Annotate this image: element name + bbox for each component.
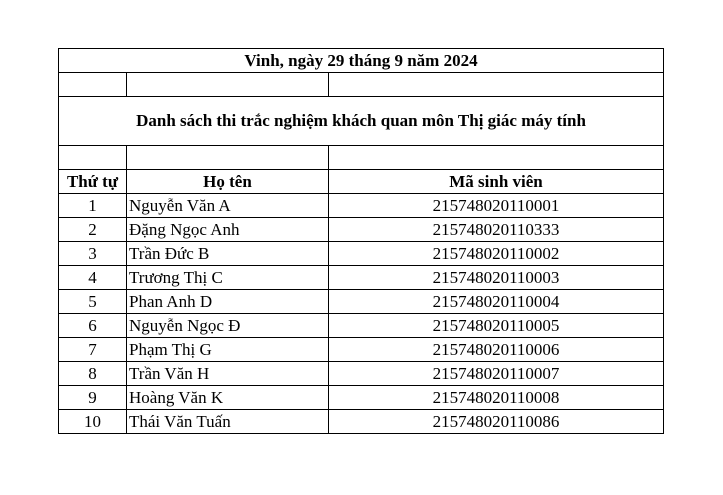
title-row: Danh sách thi trắc nghiệm khách quan môn… [58, 96, 664, 146]
student-name: Hoàng Văn K [126, 385, 329, 410]
student-name: Đặng Ngọc Anh [126, 217, 329, 242]
student-name: Trần Văn H [126, 361, 329, 386]
table-row: 3 Trần Đức B 215748020110002 [58, 241, 664, 266]
student-id: 215748020110333 [328, 217, 664, 242]
student-name: Nguyễn Văn A [126, 193, 329, 218]
empty-row [58, 72, 664, 97]
student-name: Thái Văn Tuấn [126, 409, 329, 434]
column-header-stt: Thứ tự [58, 169, 127, 194]
table-row: 4 Trương Thị C 215748020110003 [58, 265, 664, 290]
student-name: Trần Đức B [126, 241, 329, 266]
student-id: 215748020110002 [328, 241, 664, 266]
table-row: 2 Đặng Ngọc Anh 215748020110333 [58, 217, 664, 242]
row-number: 5 [58, 289, 127, 314]
row-number: 3 [58, 241, 127, 266]
table-row: 8 Trần Văn H 215748020110007 [58, 361, 664, 386]
student-id: 215748020110001 [328, 193, 664, 218]
student-id: 215748020110005 [328, 313, 664, 338]
table-row: 6 Nguyễn Ngọc Đ 215748020110005 [58, 313, 664, 338]
row-number: 6 [58, 313, 127, 338]
row-number: 10 [58, 409, 127, 434]
date-line: Vinh, ngày 29 tháng 9 năm 2024 [58, 48, 664, 73]
column-header-row: Thứ tự Họ tên Mã sinh viên [58, 169, 664, 194]
student-id: 215748020110006 [328, 337, 664, 362]
table-row: 1 Nguyễn Văn A 215748020110001 [58, 193, 664, 218]
table-row: 7 Phạm Thị G 215748020110006 [58, 337, 664, 362]
row-number: 8 [58, 361, 127, 386]
student-id: 215748020110007 [328, 361, 664, 386]
student-list-table: Vinh, ngày 29 tháng 9 năm 2024 Danh sách… [58, 48, 664, 434]
column-header-name: Họ tên [126, 169, 329, 194]
student-name: Nguyễn Ngọc Đ [126, 313, 329, 338]
student-id: 215748020110003 [328, 265, 664, 290]
table-row: 9 Hoàng Văn K 215748020110008 [58, 385, 664, 410]
date-row: Vinh, ngày 29 tháng 9 năm 2024 [58, 48, 664, 73]
row-number: 9 [58, 385, 127, 410]
empty-cell [58, 145, 127, 170]
empty-row [58, 145, 664, 170]
empty-cell [328, 145, 664, 170]
table-row: 5 Phan Anh D 215748020110004 [58, 289, 664, 314]
student-name: Trương Thị C [126, 265, 329, 290]
student-name: Phan Anh D [126, 289, 329, 314]
row-number: 4 [58, 265, 127, 290]
row-number: 1 [58, 193, 127, 218]
list-title: Danh sách thi trắc nghiệm khách quan môn… [58, 96, 664, 146]
student-id: 215748020110004 [328, 289, 664, 314]
empty-cell [58, 72, 127, 97]
table-row: 10 Thái Văn Tuấn 215748020110086 [58, 409, 664, 434]
row-number: 2 [58, 217, 127, 242]
empty-cell [126, 145, 329, 170]
empty-cell [126, 72, 329, 97]
column-header-id: Mã sinh viên [328, 169, 664, 194]
student-id: 215748020110008 [328, 385, 664, 410]
empty-cell [328, 72, 664, 97]
student-id: 215748020110086 [328, 409, 664, 434]
row-number: 7 [58, 337, 127, 362]
student-name: Phạm Thị G [126, 337, 329, 362]
